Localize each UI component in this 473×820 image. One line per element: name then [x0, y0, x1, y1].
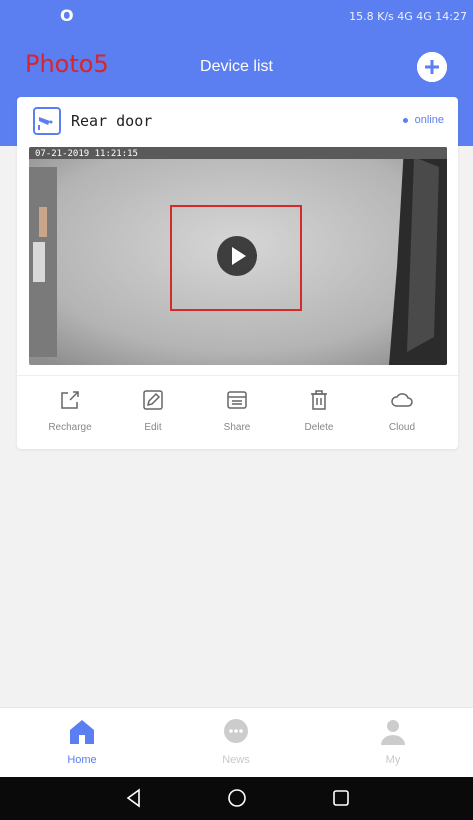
recents-button[interactable] — [330, 787, 352, 814]
back-button[interactable] — [123, 787, 145, 814]
home-system-button[interactable] — [226, 787, 248, 814]
video-preview[interactable]: 07-21-2019 11:21:15 — [29, 147, 447, 365]
edit-label: Edit — [144, 422, 162, 433]
system-nav-bar — [0, 777, 473, 820]
recharge-label: Recharge — [48, 422, 92, 433]
edit-button[interactable]: Edit — [113, 388, 193, 448]
camera-icon — [33, 107, 61, 135]
notification-icon: O — [60, 6, 74, 25]
page-title: Device list — [200, 58, 273, 75]
share-list-icon — [227, 391, 247, 409]
cloud-icon — [391, 393, 413, 407]
add-device-button[interactable] — [417, 52, 447, 82]
delete-button[interactable]: Delete — [279, 388, 359, 448]
trash-icon — [311, 390, 327, 410]
device-card: Rear door online 07-21-2019 11:21:15 Rec… — [17, 97, 458, 449]
tab-my[interactable]: My — [353, 716, 433, 774]
tab-home[interactable]: Home — [42, 716, 122, 774]
play-icon — [217, 236, 257, 276]
tab-home-label: Home — [67, 754, 97, 766]
back-triangle-icon — [126, 788, 140, 808]
cloud-label: Cloud — [388, 422, 416, 433]
status-badge: online — [402, 114, 444, 126]
chat-icon — [224, 719, 248, 743]
tab-news-label: News — [222, 754, 250, 766]
status-right-info: 15.8 K/s 4G 4G 14:27 — [349, 10, 467, 23]
home-circle-icon — [228, 789, 246, 807]
device-name: Rear door — [71, 112, 153, 130]
video-timestamp: 07-21-2019 11:21:15 — [35, 149, 138, 159]
tab-my-label: My — [385, 754, 401, 766]
user-icon — [381, 720, 405, 745]
plus-icon — [417, 52, 447, 82]
share-button[interactable]: Share — [197, 388, 277, 448]
device-card-header[interactable]: Rear door online — [17, 97, 458, 145]
status-text: online — [414, 114, 444, 126]
online-dot-icon — [402, 117, 408, 123]
tab-news[interactable]: News — [196, 716, 276, 774]
status-bar: O 15.8 K/s 4G 4G 14:27 — [0, 0, 473, 36]
home-icon — [70, 720, 94, 744]
recharge-button[interactable]: Recharge — [30, 388, 110, 448]
delete-label: Delete — [304, 422, 334, 433]
tab-bar: Home News My — [0, 707, 473, 777]
share-out-icon — [61, 391, 79, 409]
cloud-button[interactable]: Cloud — [362, 388, 442, 448]
share-label: Share — [223, 422, 251, 433]
action-bar: Recharge Edit Share Delete Cloud — [17, 375, 458, 449]
play-button[interactable] — [217, 236, 257, 276]
recents-square-icon — [333, 790, 349, 806]
pencil-icon — [143, 390, 163, 410]
